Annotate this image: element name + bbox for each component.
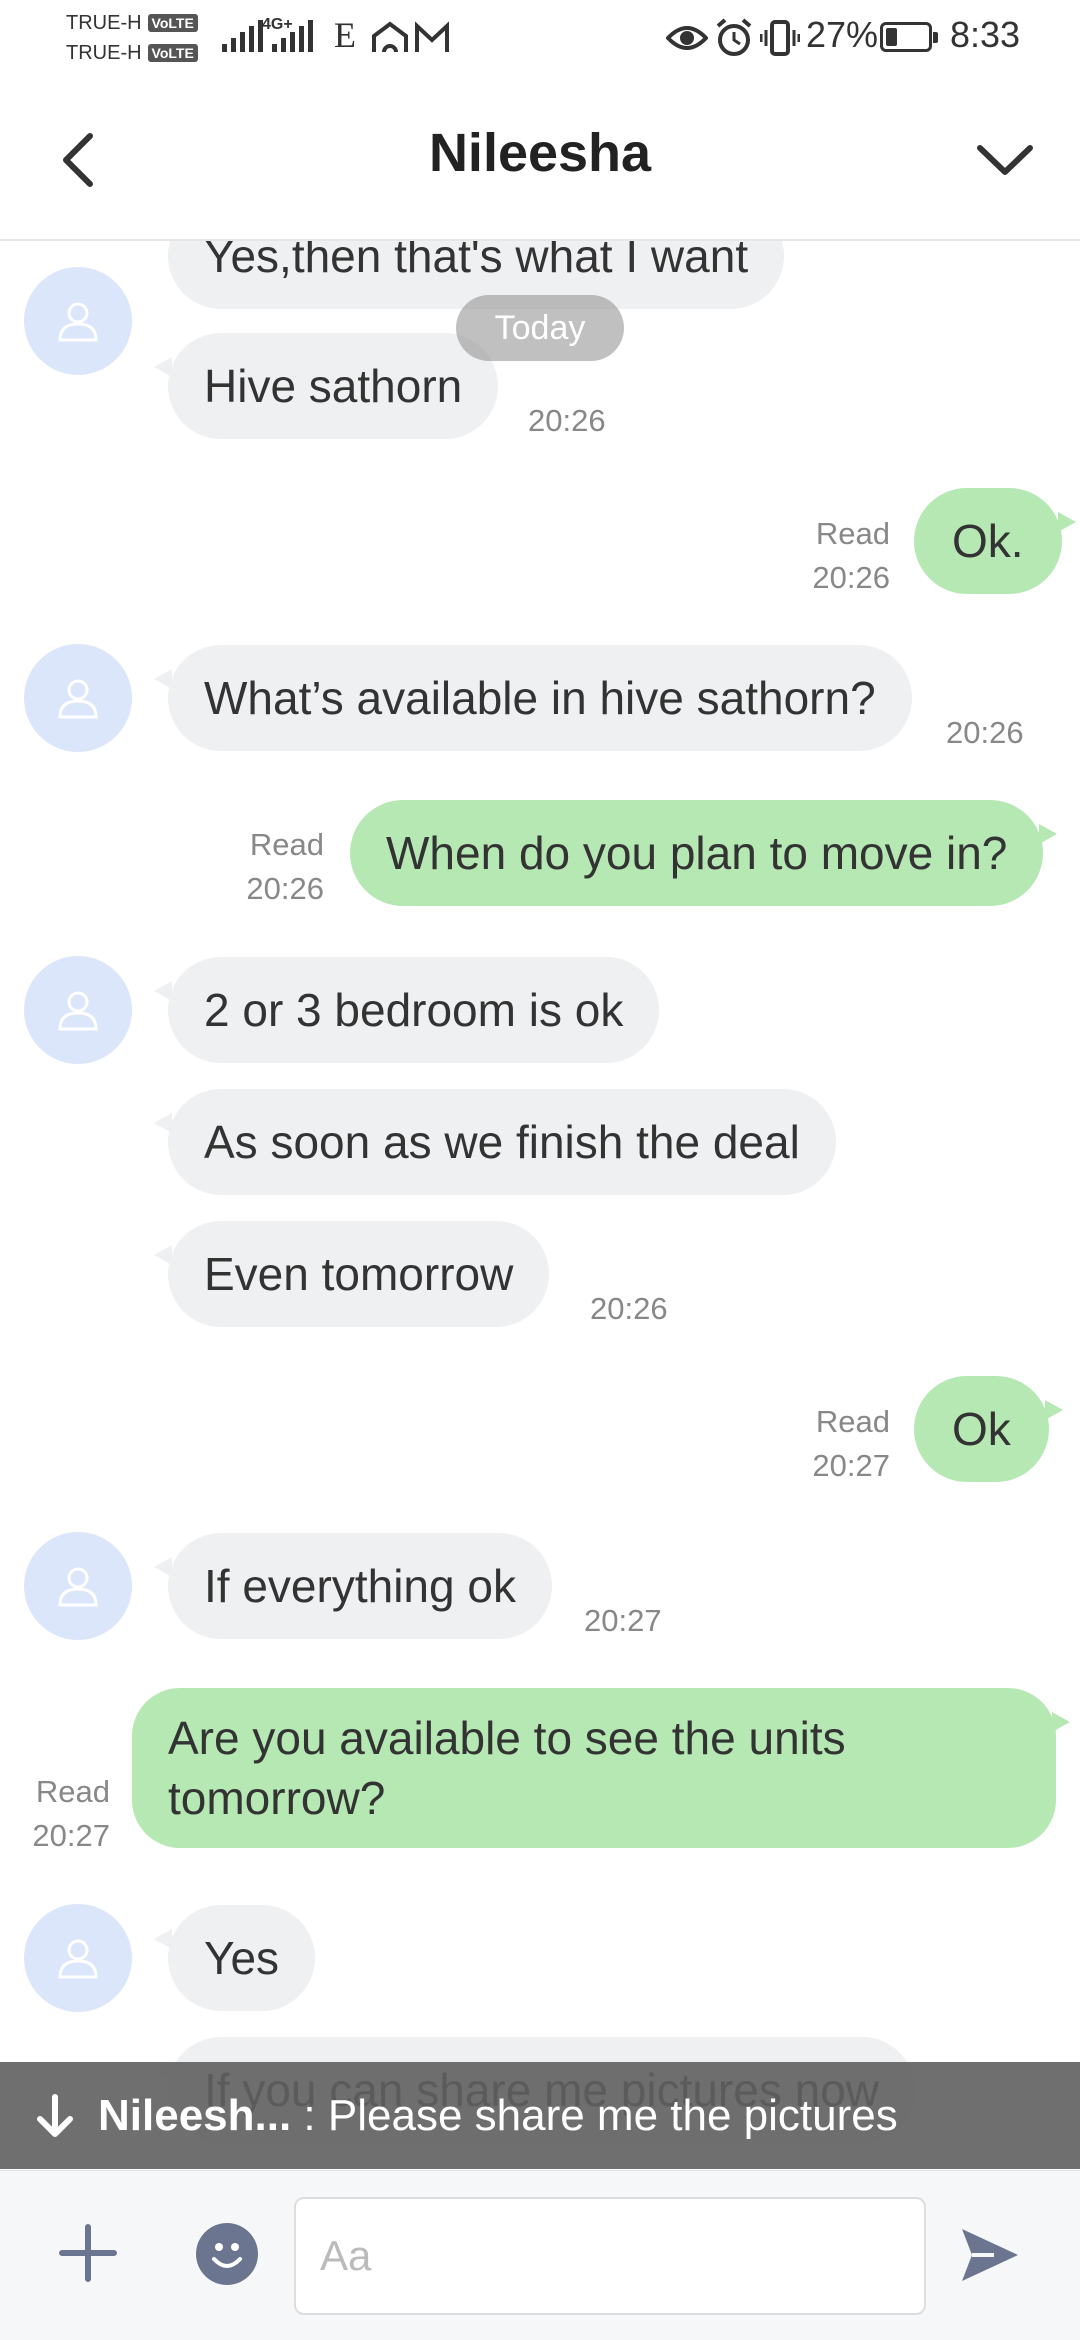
emoji-button[interactable] xyxy=(196,2223,258,2285)
outgoing-message[interactable]: Ok xyxy=(914,1376,1063,1482)
banner-separator: : xyxy=(291,2090,328,2140)
edge-network: E xyxy=(334,15,356,55)
read-receipt: Read 20:27 xyxy=(32,1774,110,1853)
vibrate-icon xyxy=(760,20,800,56)
wifi-hotspot-icon xyxy=(372,21,408,53)
read-receipt: Read 20:26 xyxy=(246,827,324,906)
avatar[interactable] xyxy=(24,1904,132,2012)
chat-header: Nileesha xyxy=(0,80,1080,241)
carrier-info: TRUE-H VoLTE TRUE-H VoLTE xyxy=(66,8,198,68)
incoming-message[interactable]: Hive sathorn xyxy=(153,333,499,439)
carrier-2: TRUE-H xyxy=(66,42,142,64)
menu-toggle-button[interactable] xyxy=(970,120,1040,200)
message-time: 20:26 xyxy=(946,715,1024,750)
read-receipt: Read 20:26 xyxy=(812,516,890,595)
plus-icon xyxy=(59,2224,117,2282)
avatar[interactable] xyxy=(24,1532,132,1640)
outgoing-message[interactable]: When do you plan to move in? xyxy=(350,800,1058,906)
incoming-message[interactable]: If everything ok xyxy=(154,1533,552,1639)
add-attachment-button[interactable] xyxy=(56,2221,120,2285)
outgoing-message[interactable]: Are you available to see the units tomor… xyxy=(132,1688,1070,1848)
battery-percent: 27% xyxy=(806,14,879,55)
status-bar: TRUE-H VoLTE TRUE-H VoLTE 4G+ E 27% 8:33 xyxy=(0,0,1080,80)
incoming-message[interactable]: What’s available in hive sathorn? xyxy=(154,645,912,751)
incoming-message[interactable]: 2 or 3 bedroom is ok xyxy=(153,957,660,1063)
incoming-message[interactable]: Even tomorrow xyxy=(153,1221,550,1327)
send-icon xyxy=(962,2229,1018,2281)
read-receipt: Read 20:27 xyxy=(812,1404,890,1483)
contact-name: Nileesha xyxy=(428,123,652,183)
incoming-message[interactable]: As soon as we finish the deal xyxy=(154,1089,836,1195)
person-icon xyxy=(58,1939,98,1979)
send-button[interactable] xyxy=(958,2223,1022,2287)
composer-bar xyxy=(0,2170,1080,2340)
alarm-icon xyxy=(716,18,752,56)
chevron-down-icon xyxy=(977,145,1033,175)
message-time: 20:26 xyxy=(590,1291,668,1326)
incoming-message[interactable]: Yes xyxy=(153,1905,316,2011)
banner-sender: Nileesh... xyxy=(98,2090,292,2140)
volte-badge: VoLTE xyxy=(147,44,198,62)
clock: 8:33 xyxy=(950,14,1021,55)
person-icon xyxy=(58,679,98,719)
battery-level xyxy=(886,28,897,46)
person-icon xyxy=(58,991,98,1031)
avatar[interactable] xyxy=(24,956,132,1064)
arrow-down-icon xyxy=(37,2093,73,2137)
avatar[interactable] xyxy=(24,267,132,375)
signal-icon xyxy=(222,18,263,52)
outgoing-message[interactable]: Ok. xyxy=(914,488,1076,594)
eye-icon xyxy=(666,26,708,50)
carrier-1: TRUE-H xyxy=(66,12,142,34)
message-input[interactable] xyxy=(294,2197,926,2315)
message-time: 20:26 xyxy=(528,403,606,438)
message-list[interactable]: Today Yes,then that's what I want Hive s… xyxy=(0,241,1080,2171)
avatar[interactable] xyxy=(24,644,132,752)
new-message-banner[interactable]: Nileesh... : Please share me the picture… xyxy=(0,2062,1080,2169)
volte-badge: VoLTE xyxy=(147,14,198,32)
signal-icon-2 xyxy=(272,18,313,52)
gmail-icon xyxy=(415,21,449,52)
message-time: 20:27 xyxy=(584,1603,662,1638)
smiley-icon xyxy=(212,2243,242,2268)
person-icon xyxy=(58,302,98,342)
battery-icon xyxy=(880,22,938,52)
banner-text: Please share me the pictures xyxy=(327,2090,898,2140)
person-icon xyxy=(58,1567,98,1607)
date-separator: Today xyxy=(456,295,624,361)
